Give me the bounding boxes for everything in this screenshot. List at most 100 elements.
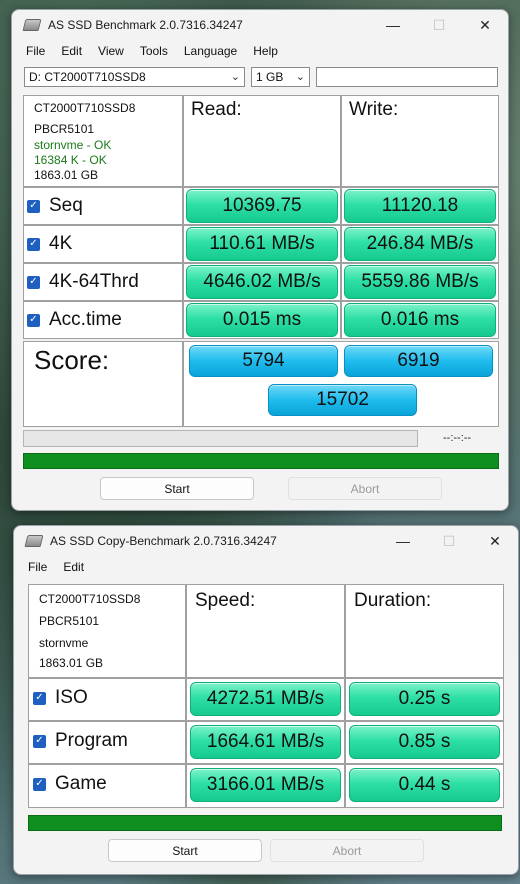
copy-progress-bar [28,815,502,831]
maximize-icon: ☐ [432,16,446,33]
copy-titlebar[interactable]: AS SSD Copy-Benchmark 2.0.7316.34247 — ☐… [14,526,518,556]
read-header-cell: Read: [183,95,341,187]
4k64-write-value: 5559.86 MB/s [344,265,496,299]
drive-model: CT2000T710SSD8 [34,101,136,115]
checkbox-checked-icon[interactable]: ✓ [27,199,40,213]
menu-file[interactable]: File [20,560,55,574]
menu-view[interactable]: View [90,44,132,58]
4k-read-value: 110.61 MB/s [186,227,338,261]
acctime-read-value: 0.015 ms [186,303,338,337]
drive-firmware: PBCR5101 [34,122,95,136]
4k-write-value: 246.84 MB/s [344,227,496,261]
game-label: Game [55,773,107,794]
progress-bar-top [23,430,418,447]
seq-write-value: 11120.18 [344,189,496,223]
close-icon[interactable]: ✕ [472,526,518,556]
chevron-down-icon: ⌄ [230,71,240,83]
search-input[interactable] [316,67,498,87]
size-select[interactable]: 1 GB ⌄ [251,67,310,87]
menu-help[interactable]: Help [245,44,286,58]
4k64-label: 4K-64Thrd [49,271,139,292]
maximize-icon: ☐ [442,532,456,549]
results-grid: CT2000T710SSD8 PBCR5101 stornvme - OK 16… [23,95,499,427]
start-button[interactable]: Start [108,839,262,862]
program-checkbox-row[interactable]: ✓ Program [33,730,128,752]
drive-info-panel: CT2000T710SSD8 PBCR5101 stornvme 1863.01… [28,584,186,678]
game-duration-value: 0.44 s [349,768,500,802]
read-score: 5794 [189,345,338,377]
iso-label: ISO [55,687,88,708]
4k-checkbox-row[interactable]: ✓ 4K [27,233,72,255]
chevron-down-icon: ⌄ [295,71,305,83]
menu-tools[interactable]: Tools [132,44,176,58]
menu-file[interactable]: File [18,44,53,58]
score-label-cell: Score: [23,341,183,427]
menu-edit[interactable]: Edit [53,44,90,58]
benchmark-titlebar[interactable]: AS SSD Benchmark 2.0.7316.34247 — ☐ ✕ [12,10,508,40]
drive-select[interactable]: D: CT2000T710SSD8 ⌄ [24,67,245,87]
seq-label: Seq [49,195,83,216]
iso-checkbox-row[interactable]: ✓ ISO [33,687,88,709]
write-header-cell: Write: [341,95,499,187]
acctime-checkbox-row[interactable]: ✓ Acc.time [27,309,122,331]
checkbox-checked-icon[interactable]: ✓ [27,313,40,327]
menu-bar: File Edit View Tools Language Help [12,40,508,62]
close-icon[interactable]: ✕ [462,10,508,40]
seq-read-value: 10369.75 [186,189,338,223]
4k64-checkbox-row[interactable]: ✓ 4K-64Thrd [27,271,139,293]
start-button[interactable]: Start [100,477,254,500]
abort-button: Abort [270,839,424,862]
program-speed-value: 1664.61 MB/s [190,725,341,759]
drive-firmware: PBCR5101 [39,614,100,628]
checkbox-checked-icon[interactable]: ✓ [27,237,40,251]
write-score: 6919 [344,345,493,377]
drive-model: CT2000T710SSD8 [39,592,141,606]
copy-results-grid: CT2000T710SSD8 PBCR5101 stornvme 1863.01… [28,584,504,808]
read-header: Read: [191,99,242,120]
checkbox-checked-icon[interactable]: ✓ [33,691,46,705]
write-header: Write: [349,99,399,120]
minimize-icon[interactable]: — [380,526,426,556]
progress-bar-bottom [23,453,499,469]
drive-capacity: 1863.01 GB [34,168,99,182]
abort-button: Abort [288,477,442,500]
menu-edit[interactable]: Edit [55,560,92,574]
seq-checkbox-row[interactable]: ✓ Seq [27,195,83,217]
drive-select-value: D: CT2000T710SSD8 [29,70,146,84]
game-checkbox-row[interactable]: ✓ Game [33,773,107,795]
total-score: 15702 [268,384,417,416]
checkbox-checked-icon[interactable]: ✓ [33,734,46,748]
driver-name: stornvme [39,636,89,650]
as-ssd-app-icon [24,535,44,547]
size-select-value: 1 GB [256,70,284,84]
drive-capacity: 1863.01 GB [39,656,104,670]
acctime-label: Acc.time [49,309,122,330]
elapsed-time: --:--:-- [443,432,472,444]
copy-benchmark-window: AS SSD Copy-Benchmark 2.0.7316.34247 — ☐… [13,525,519,875]
iso-duration-value: 0.25 s [349,682,500,716]
checkbox-checked-icon[interactable]: ✓ [33,777,46,791]
game-speed-value: 3166.01 MB/s [190,768,341,802]
checkbox-checked-icon[interactable]: ✓ [27,275,40,289]
duration-header-cell: Duration: [345,584,504,678]
iso-speed-value: 4272.51 MB/s [190,682,341,716]
as-ssd-app-icon [22,19,42,31]
window-title: AS SSD Benchmark 2.0.7316.34247 [48,18,243,32]
4k-label: 4K [49,233,73,254]
menu-language[interactable]: Language [176,44,245,58]
speed-header: Speed: [195,590,256,611]
program-duration-value: 0.85 s [349,725,500,759]
minimize-icon[interactable]: — [370,10,416,40]
driver-status: stornvme - OK [34,138,112,152]
window-title: AS SSD Copy-Benchmark 2.0.7316.34247 [50,534,277,548]
score-label: Score: [34,345,110,375]
duration-header: Duration: [354,590,432,611]
speed-header-cell: Speed: [186,584,345,678]
program-label: Program [55,730,128,751]
alignment-status: 16384 K - OK [34,153,107,167]
acctime-write-value: 0.016 ms [344,303,496,337]
benchmark-window: AS SSD Benchmark 2.0.7316.34247 — ☐ ✕ Fi… [11,9,509,511]
4k64-read-value: 4646.02 MB/s [186,265,338,299]
menu-bar: File Edit [14,556,518,578]
drive-info-panel: CT2000T710SSD8 PBCR5101 stornvme - OK 16… [23,95,183,187]
